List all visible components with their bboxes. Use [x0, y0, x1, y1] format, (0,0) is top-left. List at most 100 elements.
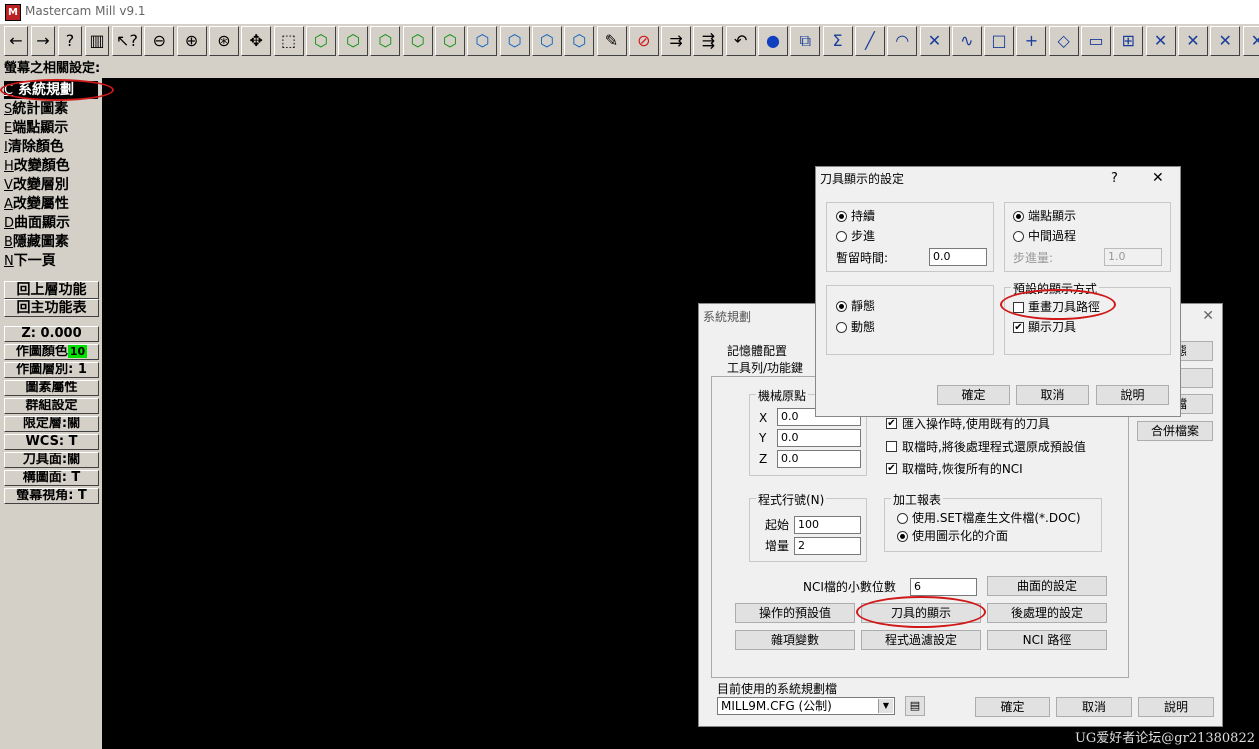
tool-cancel-button[interactable]: 取消 [1016, 385, 1089, 405]
tool-display-button[interactable]: 刀具的顯示 [861, 603, 981, 623]
help-icon[interactable]: ? [1111, 172, 1118, 186]
sys-ok-button[interactable]: 確定 [975, 697, 1050, 717]
tab-memory[interactable]: 記憶體配置 [727, 344, 787, 358]
menu-item-change-attributes[interactable]: A改變屬性 [4, 195, 69, 213]
menu-item-change-level[interactable]: V改變層別 [4, 176, 69, 194]
cube-side-icon[interactable]: ⬡ [402, 26, 433, 56]
tplane-button[interactable]: 刀具面:關 [4, 452, 99, 468]
zoom-target-icon[interactable]: ⊛ [208, 26, 239, 56]
menu-item-endpoints[interactable]: E端點顯示 [4, 119, 68, 137]
color-button[interactable]: 作圖顏色 10 [4, 344, 99, 360]
z-depth-button[interactable]: Z: 0.000 [4, 326, 99, 342]
checkbox-use-existing-tools[interactable]: ✔ [886, 418, 897, 429]
arc-icon[interactable]: ◠ [887, 26, 918, 56]
solid-icon[interactable]: ▭ [1081, 26, 1111, 56]
tool-help-button[interactable]: 說明 [1096, 385, 1169, 405]
menu-item-clear-colors[interactable]: I清除顏色 [4, 138, 64, 156]
y-input[interactable]: 0.0 [777, 429, 861, 447]
level-button[interactable]: 作圖層別: 1 [4, 362, 99, 378]
cube-blue-1-icon[interactable]: ⬡ [467, 26, 498, 56]
merge-file-button[interactable]: 合併檔案 [1137, 421, 1213, 441]
checkbox-restore-post[interactable] [886, 441, 897, 452]
gview-button[interactable]: 螢幕視角: T [4, 488, 99, 504]
cube-front-icon[interactable]: ⬡ [370, 26, 401, 56]
radio-static[interactable] [836, 301, 847, 312]
sphere-icon[interactable]: ● [758, 26, 788, 56]
pencil-icon[interactable]: ✎ [596, 26, 627, 56]
undo-icon[interactable]: ↶ [725, 26, 756, 56]
checkbox-redraw-toolpath[interactable] [1013, 302, 1024, 313]
wcs-button[interactable]: WCS: T [4, 434, 99, 450]
whats-this-icon[interactable]: ↖? [112, 26, 142, 56]
fillet-icon[interactable]: ✕ [919, 26, 950, 56]
close-icon[interactable]: ✕ [1202, 309, 1214, 323]
transform-icon[interactable]: ⧉ [790, 26, 821, 56]
radio-intermediate[interactable] [1013, 231, 1024, 242]
menu-item-change-color[interactable]: H改變顏色 [4, 157, 70, 175]
sys-help-button[interactable]: 說明 [1138, 697, 1214, 717]
seq-inc-input[interactable]: 2 [794, 537, 861, 555]
file-icon[interactable]: ▥ [85, 26, 109, 56]
view-icon[interactable]: ⬡ [305, 26, 336, 56]
back-arrow-icon[interactable]: ← [4, 26, 28, 56]
menu-item-statistics[interactable]: S統計圖素 [4, 100, 68, 118]
nci-decimals-input[interactable]: 6 [910, 578, 977, 596]
mask-button[interactable]: 限定層:關 [4, 416, 99, 432]
nci-path-button[interactable]: NCI 路徑 [987, 630, 1107, 650]
radio-report-doc[interactable] [897, 513, 908, 524]
trim-3-icon[interactable]: ✕ [1210, 26, 1241, 56]
help-icon[interactable]: ? [58, 26, 82, 56]
post-settings-button[interactable]: 後處理的設定 [987, 603, 1107, 623]
main-menu-button[interactable]: 回主功能表 [4, 299, 99, 317]
sys-cancel-button[interactable]: 取消 [1056, 697, 1132, 717]
checkbox-show-tool[interactable]: ✔ [1013, 322, 1024, 333]
back-button[interactable]: 回上層功能 [4, 281, 99, 299]
radio-continuous[interactable] [836, 211, 847, 222]
radio-endpoint[interactable] [1013, 211, 1024, 222]
zoom-out-icon[interactable]: ⊖ [144, 26, 175, 56]
copy-icon[interactable]: ⇶ [693, 26, 724, 56]
erase-icon[interactable]: ⊘ [628, 26, 659, 56]
trim-4-icon[interactable]: ✕ [1242, 26, 1259, 56]
cplane-button[interactable]: 構圖面: T [4, 470, 99, 486]
cube-iso-icon[interactable]: ⬡ [435, 26, 465, 56]
file-browse-icon[interactable]: ▤ [905, 696, 925, 716]
menu-item-next-page[interactable]: N下一頁 [4, 252, 56, 270]
tool-ok-button[interactable]: 確定 [937, 385, 1010, 405]
sigma-icon[interactable]: Σ [822, 26, 853, 56]
misc-variables-button[interactable]: 雜項變數 [735, 630, 855, 650]
menu-item-config[interactable]: C 系統規劃 [4, 81, 98, 99]
radio-dynamic[interactable] [836, 322, 847, 333]
tab-toolbar[interactable]: 工具列/功能鍵 [727, 361, 803, 375]
move-icon[interactable]: ⇉ [661, 26, 692, 56]
select-icon[interactable]: ⬚ [273, 26, 304, 56]
cube-blue-2-icon[interactable]: ⬡ [499, 26, 530, 56]
point-icon[interactable]: + [1016, 26, 1047, 56]
seq-start-input[interactable]: 100 [794, 516, 861, 534]
trim-1-icon[interactable]: ✕ [1145, 26, 1176, 56]
cube-blue-4-icon[interactable]: ⬡ [564, 26, 595, 56]
surface-settings-button[interactable]: 曲面的設定 [987, 576, 1107, 596]
rectangle-icon[interactable]: □ [984, 26, 1015, 56]
close-icon[interactable]: ✕ [1152, 171, 1164, 185]
zoom-window-icon[interactable]: ⊕ [176, 26, 207, 56]
checkbox-restore-nci[interactable]: ✔ [886, 463, 897, 474]
cfg-file-select[interactable]: MILL9M.CFG (公制) ▼ [717, 697, 895, 715]
pan-icon[interactable]: ✥ [241, 26, 272, 56]
line-icon[interactable]: ╱ [854, 26, 885, 56]
radio-step[interactable] [836, 231, 847, 242]
step-input[interactable]: 1.0 [1104, 248, 1162, 266]
spline-icon[interactable]: ∿ [951, 26, 982, 56]
forward-arrow-icon[interactable]: → [31, 26, 55, 56]
z-input[interactable]: 0.0 [777, 450, 861, 468]
cube-top-icon[interactable]: ⬡ [338, 26, 369, 56]
pause-input[interactable]: 0.0 [929, 248, 987, 266]
radio-report-gui[interactable] [897, 531, 908, 542]
cube-blue-3-icon[interactable]: ⬡ [531, 26, 562, 56]
layers-icon[interactable]: ⊞ [1113, 26, 1144, 56]
menu-item-blank-entities[interactable]: B隱藏圖素 [4, 233, 69, 251]
trim-2-icon[interactable]: ✕ [1177, 26, 1208, 56]
menu-item-surface-display[interactable]: D曲面顯示 [4, 214, 70, 232]
group-button[interactable]: 群組設定 [4, 398, 99, 414]
operation-defaults-button[interactable]: 操作的預設值 [735, 603, 855, 623]
